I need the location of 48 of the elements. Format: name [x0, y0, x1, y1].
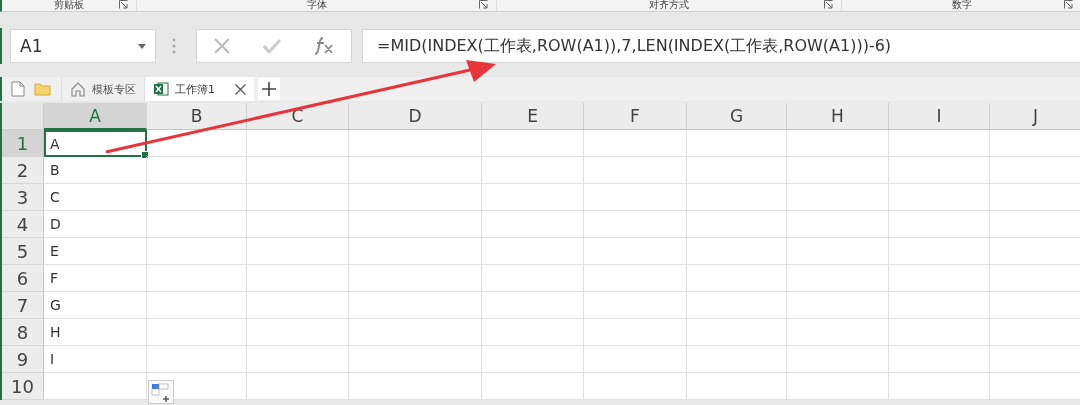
paste-options-icon[interactable]: [148, 380, 174, 404]
dialog-launcher-icon[interactable]: [119, 0, 128, 9]
table-cell: H: [44, 319, 147, 346]
table-cell: E: [44, 238, 147, 265]
close-icon[interactable]: [235, 83, 246, 95]
table-cell: A: [44, 130, 147, 157]
function-icon[interactable]: [314, 37, 335, 55]
column-header[interactable]: F: [584, 103, 687, 130]
group-label: 数字: [951, 0, 972, 10]
column-header[interactable]: B: [147, 103, 247, 130]
spreadsheet-icon: [153, 81, 169, 97]
column-header[interactable]: H: [787, 103, 889, 130]
column-header[interactable]: J: [990, 103, 1080, 130]
check-icon[interactable]: [263, 39, 281, 53]
home-icon: [70, 81, 86, 97]
dialog-launcher-icon[interactable]: [479, 0, 488, 9]
add-tab-icon[interactable]: [258, 78, 280, 100]
sheet-tab[interactable]: 工作簿1: [144, 77, 254, 101]
column-header[interactable]: I: [889, 103, 990, 130]
table-cell: B: [44, 157, 147, 184]
table-cell: C: [44, 184, 147, 211]
row-header[interactable]: 7: [2, 292, 44, 319]
row-header[interactable]: 1: [2, 130, 44, 157]
row-header[interactable]: 3: [2, 184, 44, 211]
row-header[interactable]: 9: [2, 346, 44, 373]
dialog-launcher-icon[interactable]: [824, 0, 833, 9]
row-header[interactable]: 2: [2, 157, 44, 184]
formula-field[interactable]: =MID(INDEX(工作表,ROW(A1)),7,LEN(INDEX(工作表,ROW(A1)))-6): [362, 29, 1080, 63]
row-header[interactable]: 8: [2, 319, 44, 346]
group-label: 剪贴板: [54, 0, 84, 10]
row-header[interactable]: 5: [2, 238, 44, 265]
name-box[interactable]: A1: [10, 29, 156, 63]
dropdown-icon[interactable]: [138, 43, 146, 49]
table-cell: G: [44, 292, 147, 319]
group-label: 对齐方式: [649, 0, 689, 10]
group-label: 字体: [306, 0, 327, 10]
row-header[interactable]: 6: [2, 265, 44, 292]
table-cell: F: [44, 265, 147, 292]
column-header[interactable]: D: [349, 103, 482, 130]
row-header[interactable]: 10: [2, 373, 44, 400]
dialog-launcher-icon[interactable]: [1064, 0, 1073, 9]
table-cell: D: [44, 211, 147, 238]
column-header[interactable]: A: [44, 103, 147, 130]
column-header[interactable]: G: [687, 103, 787, 130]
grip-icon: [172, 38, 176, 54]
table-cell: I: [44, 346, 147, 373]
column-header[interactable]: E: [482, 103, 584, 130]
row-header[interactable]: 4: [2, 211, 44, 238]
